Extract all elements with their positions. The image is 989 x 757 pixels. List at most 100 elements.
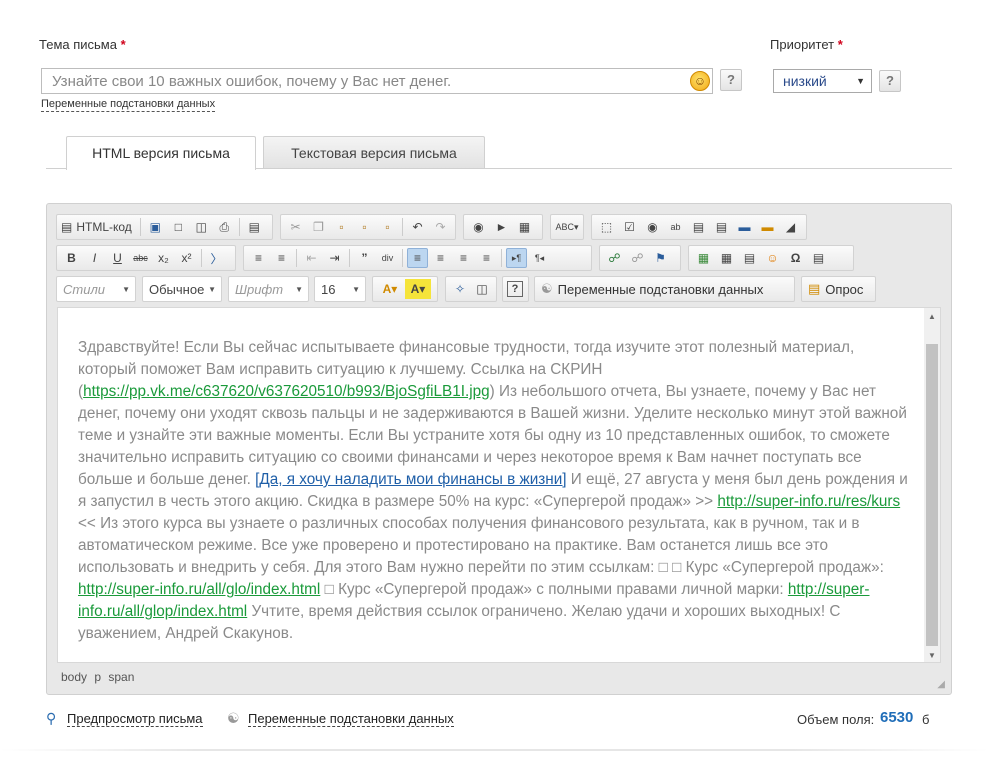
anchor-flag-icon[interactable]: ⚑ (650, 248, 671, 268)
italic-icon[interactable]: I (84, 248, 105, 268)
ltr-direction-icon[interactable]: ▸¶ (506, 248, 527, 268)
scroll-up-icon[interactable]: ▲ (928, 312, 936, 321)
image-icon[interactable]: ▦ (693, 248, 714, 268)
numbered-list-icon[interactable]: ≡ (248, 248, 269, 268)
hidden-field-icon[interactable]: ◢ (780, 217, 801, 237)
tab-text-version[interactable]: Текстовая версия письма (263, 136, 485, 169)
scroll-thumb[interactable] (926, 344, 938, 646)
div-container-icon[interactable]: div (377, 248, 398, 268)
blockquote-icon[interactable]: ” (354, 248, 375, 268)
finance-link[interactable]: [Да, я хочу наладить мои финансы в жизни… (255, 471, 566, 488)
styles-select[interactable]: Стили ▼ (56, 276, 136, 302)
show-blocks-icon[interactable]: ◫ (472, 279, 492, 299)
print-icon[interactable]: ⎙ (214, 217, 235, 237)
superscript-icon[interactable]: x² (176, 248, 197, 268)
toolbar-group-forms: ⬚ ☑ ◉ ab ▤ ▤ ▬ ▬ ◢ (591, 214, 807, 240)
paste-word-icon[interactable]: ▫ (377, 217, 398, 237)
align-right-icon[interactable]: ≡ (453, 248, 474, 268)
poll-icon: ▤ (808, 281, 821, 296)
html-source-icon: ▤ (61, 220, 73, 234)
element-path[interactable]: body p span (61, 670, 134, 684)
textarea-icon[interactable]: ▤ (688, 217, 709, 237)
smiley-icon[interactable]: ☺ (762, 248, 783, 268)
indent-icon[interactable]: ⇥ (324, 248, 345, 268)
font-size-value: 16 (321, 282, 336, 297)
tab-html-version[interactable]: HTML версия письма (66, 136, 256, 170)
subscript-icon[interactable]: x₂ (153, 248, 174, 268)
subject-input[interactable]: Узнайте свои 10 важных ошибок, почему у … (41, 68, 713, 94)
preview-icon[interactable]: ◫ (191, 217, 212, 237)
poll-button[interactable]: ▤ Опрос (801, 276, 876, 302)
find-icon[interactable]: ◉ (468, 217, 489, 237)
priority-help-button[interactable]: ? (879, 70, 901, 92)
glo-link[interactable]: http://super-info.ru/all/glo/index.html (78, 581, 320, 598)
align-center-icon[interactable]: ≡ (430, 248, 451, 268)
templates-icon[interactable]: ▤ (244, 217, 265, 237)
content-scrollbar[interactable]: ▲ ▼ (924, 308, 940, 662)
form-icon[interactable]: ⬚ (596, 217, 617, 237)
body-text: □ Курс «Супергерой продаж» с полными пра… (320, 581, 788, 598)
chevron-down-icon: ▼ (352, 285, 360, 294)
poll-label: Опрос (825, 281, 864, 297)
page-break-icon[interactable]: ▤ (808, 248, 829, 268)
font-size-select[interactable]: 16 ▼ (314, 276, 366, 302)
subject-vars-link[interactable]: Переменные подстановки данных (41, 98, 216, 112)
bulleted-list-icon[interactable]: ≡ (271, 248, 292, 268)
background-color-icon[interactable]: A▾ (405, 279, 431, 299)
radio-icon[interactable]: ◉ (642, 217, 663, 237)
copy-icon[interactable]: ❐ (308, 217, 329, 237)
about-help-icon[interactable]: ? (507, 281, 523, 297)
text-color-icon[interactable]: A▾ (377, 279, 403, 299)
format-select[interactable]: Обычное ▼ (142, 276, 222, 302)
footer-vars-link[interactable]: Переменные подстановки данных (248, 711, 454, 727)
strike-icon[interactable]: abc (130, 248, 151, 268)
spellcheck-icon[interactable]: ABC▾ (555, 217, 579, 237)
select-all-icon[interactable]: ▦ (514, 217, 535, 237)
screenshot-link[interactable]: https://pp.vk.me/c637620/v637620510/b993… (83, 383, 490, 400)
scroll-down-icon[interactable]: ▼ (928, 651, 936, 660)
align-justify-icon[interactable]: ≡ (476, 248, 497, 268)
html-code-button[interactable]: HTML-код (74, 217, 135, 237)
email-body-text[interactable]: Здравствуйте! Если Вы сейчас испытываете… (78, 337, 908, 645)
maximize-icon[interactable]: ✧ (450, 279, 470, 299)
cut-icon[interactable]: ✂ (285, 217, 306, 237)
chevron-down-icon: ▼ (856, 76, 865, 86)
horizontal-rule-icon[interactable]: ▤ (739, 248, 760, 268)
font-select[interactable]: Шрифт ▼ (228, 276, 309, 302)
button-field-icon[interactable]: ▬ (734, 217, 755, 237)
course-link[interactable]: http://super-info.ru/res/kurs (717, 493, 900, 510)
volume-unit: б (922, 712, 930, 727)
rtl-direction-icon[interactable]: ¶◂ (529, 248, 550, 268)
redo-icon[interactable]: ↷ (430, 217, 451, 237)
remove-format-icon[interactable]: 〉 (206, 248, 227, 268)
image-button-icon[interactable]: ▬ (757, 217, 778, 237)
outdent-icon[interactable]: ⇤ (301, 248, 322, 268)
resize-grip-icon[interactable]: ◢ (937, 679, 945, 690)
subject-help-button[interactable]: ? (720, 69, 742, 91)
priority-label: Приоритет * (770, 37, 843, 52)
insert-vars-button[interactable]: ☯ Переменные подстановки данных (534, 276, 795, 302)
paste-text-icon[interactable]: ▫ (354, 217, 375, 237)
replace-icon[interactable]: ► (491, 217, 512, 237)
checkbox-icon[interactable]: ☑ (619, 217, 640, 237)
bold-icon[interactable]: B (61, 248, 82, 268)
save-icon[interactable]: ▣ (145, 217, 166, 237)
emoji-picker-icon[interactable]: ☺ (690, 71, 710, 91)
unlink-icon[interactable]: ☍ (627, 248, 648, 268)
new-page-icon[interactable]: □ (168, 217, 189, 237)
select-field-icon[interactable]: ▤ (711, 217, 732, 237)
special-char-icon[interactable]: Ω (785, 248, 806, 268)
paste-icon[interactable]: ▫ (331, 217, 352, 237)
editor-content-area[interactable]: Здравствуйте! Если Вы сейчас испытываете… (57, 307, 941, 663)
preview-link[interactable]: Предпросмотр письма (67, 711, 203, 727)
preview-icon: ⚲ (46, 710, 57, 726)
priority-label-text: Приоритет (770, 37, 835, 52)
underline-icon[interactable]: U (107, 248, 128, 268)
table-icon[interactable]: ▦ (716, 248, 737, 268)
priority-select[interactable]: низкий ▼ (773, 69, 872, 93)
undo-icon[interactable]: ↶ (407, 217, 428, 237)
body-text: << Из этого курса вы узнаете о различных… (78, 515, 884, 576)
textfield-icon[interactable]: ab (665, 217, 686, 237)
link-icon[interactable]: ☍ (604, 248, 625, 268)
align-left-icon[interactable]: ≡ (407, 248, 428, 268)
